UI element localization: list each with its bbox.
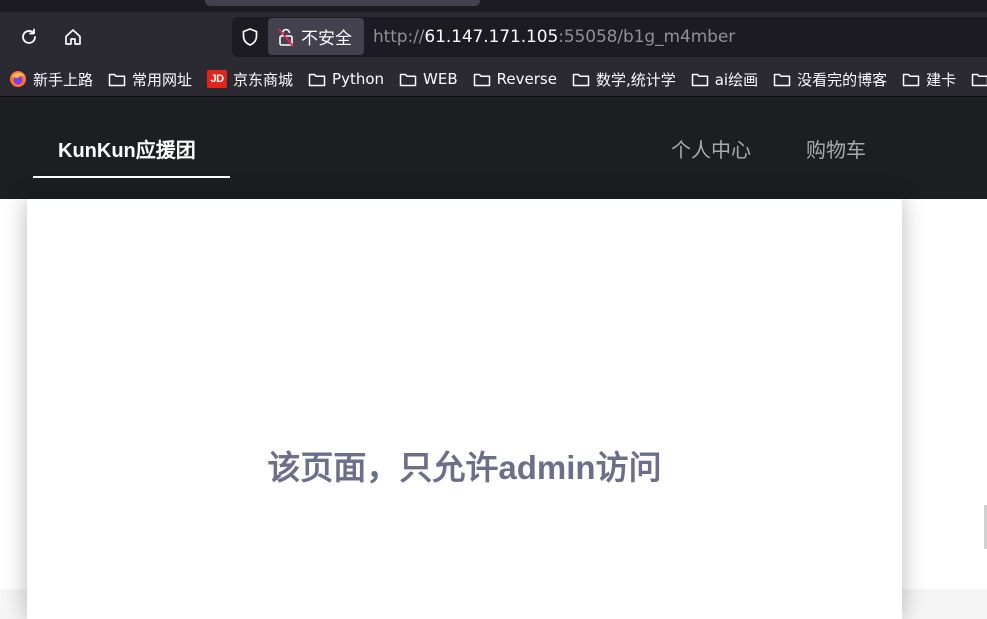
- site-brand[interactable]: KunKun应援团: [58, 134, 196, 163]
- security-label: 不安全: [301, 29, 352, 49]
- bookmark-label: 建卡: [926, 70, 957, 89]
- bookmarks-toolbar: 新手上路 常用网址 JD 京东商城 Python WEB Reverse 数学,…: [0, 62, 987, 97]
- bookmark-item[interactable]: JD 京东商城: [207, 69, 293, 90]
- folder-icon: [399, 70, 417, 88]
- folder-icon: [773, 70, 791, 88]
- bookmark-folder[interactable]: Python: [308, 70, 384, 88]
- bookmark-folder[interactable]: 常用网址: [108, 69, 192, 90]
- nav-cart-link[interactable]: 购物车: [806, 134, 866, 163]
- bookmark-label: ai绘画: [714, 70, 759, 89]
- bookmark-item[interactable]: 新手上路: [9, 69, 93, 90]
- shield-icon[interactable]: [240, 27, 260, 47]
- bookmark-label: Reverse: [496, 70, 557, 88]
- reload-button[interactable]: [14, 22, 44, 52]
- folder-icon: [308, 70, 326, 88]
- bookmark-label: 常用网址: [132, 70, 193, 89]
- bookmark-folder[interactable]: 数学,统计学: [572, 69, 676, 90]
- bookmark-label: 京东商城: [233, 70, 294, 89]
- url-scheme: http://: [373, 27, 425, 47]
- firefox-icon: [9, 70, 27, 88]
- insecure-lock-icon: [278, 27, 294, 47]
- bookmark-folder[interactable]: [971, 70, 987, 88]
- url-text[interactable]: http://61.147.171.105:55058/b1g_m4mber: [373, 27, 735, 47]
- folder-icon: [572, 70, 590, 88]
- bookmark-label: 数学,统计学: [595, 70, 676, 89]
- bookmark-label: Python: [332, 70, 385, 88]
- folder-icon: [902, 70, 920, 88]
- url-path: :55058/b1g_m4mber: [558, 27, 736, 47]
- home-icon: [65, 29, 81, 45]
- bookmark-folder[interactable]: WEB: [399, 70, 458, 88]
- folder-icon: [108, 70, 126, 88]
- navigation-toolbar: 不安全 http://61.147.171.105:55058/b1g_m4mb…: [0, 12, 987, 62]
- bookmark-folder[interactable]: Reverse: [473, 70, 557, 88]
- folder-icon: [971, 70, 987, 88]
- bookmark-label: 没看完的博客: [797, 70, 888, 89]
- message-card: 该页面，只允许admin访问: [27, 199, 902, 619]
- site-header: KunKun应援团 个人中心 购物车: [0, 97, 987, 199]
- active-tab-edge[interactable]: [205, 0, 480, 6]
- home-button[interactable]: [58, 22, 88, 52]
- site-security-button[interactable]: 不安全: [268, 18, 364, 55]
- url-bar[interactable]: 不安全 http://61.147.171.105:55058/b1g_m4mb…: [232, 17, 987, 57]
- access-denied-message: 该页面，只允许admin访问: [267, 449, 662, 486]
- bookmark-label: 新手上路: [33, 70, 94, 89]
- tab-strip: [0, 0, 987, 12]
- bookmark-label: WEB: [423, 70, 458, 88]
- bookmark-folder[interactable]: ai绘画: [691, 69, 758, 90]
- bookmark-folder[interactable]: 建卡: [902, 69, 956, 90]
- url-host: 61.147.171.105: [424, 27, 559, 47]
- jd-icon: JD: [207, 70, 228, 88]
- reload-icon: [22, 28, 36, 44]
- folder-icon: [691, 70, 709, 88]
- nav-profile-link[interactable]: 个人中心: [671, 134, 751, 163]
- bookmark-folder[interactable]: 没看完的博客: [773, 69, 887, 90]
- folder-icon: [473, 70, 491, 88]
- active-nav-underline: [33, 176, 230, 178]
